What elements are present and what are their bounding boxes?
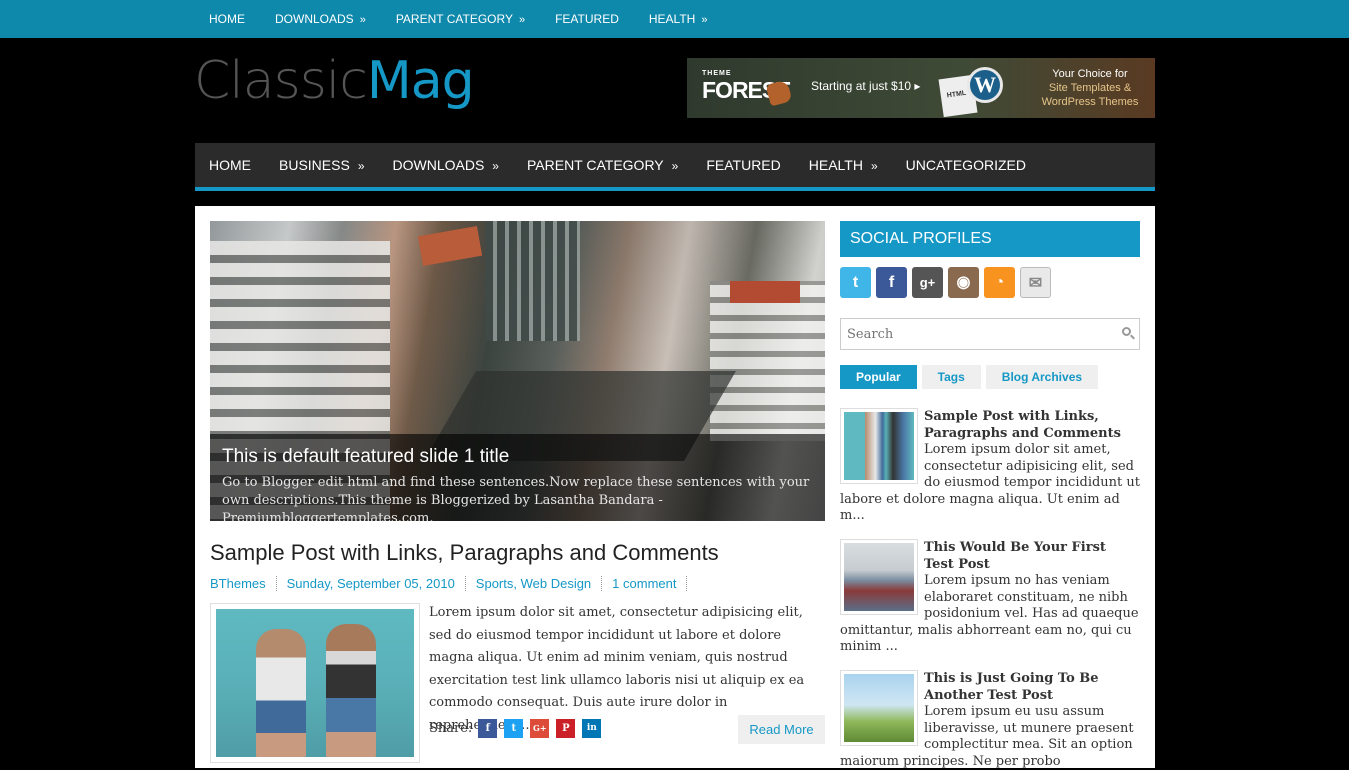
tab-blog-archives[interactable]: Blog Archives: [985, 365, 1099, 389]
pinterest-icon[interactable]: P: [556, 719, 576, 738]
ad-tagline: Starting at just $10 ▸: [811, 79, 921, 93]
main-menu-item-downloads[interactable]: DOWNLOADS»: [379, 143, 513, 187]
ad-brand-small: THEME: [702, 70, 732, 77]
facebook-icon[interactable]: f: [876, 267, 907, 298]
logo-part-mag: Mag: [366, 51, 475, 111]
search-input[interactable]: [841, 319, 1111, 349]
top-menu-item-health[interactable]: HEALTH»: [634, 0, 723, 38]
sidebar-tabs: Popular Tags Blog Archives: [840, 365, 1103, 389]
popular-post-item: This Would Be Your First Test Post Lorem…: [840, 539, 1140, 656]
twitter-icon[interactable]: t: [504, 719, 524, 738]
post-author-link[interactable]: BThemes: [210, 576, 277, 591]
top-menu-item-featured[interactable]: FEATURED: [540, 0, 634, 38]
google-plus-icon[interactable]: G+: [530, 719, 550, 738]
main-menu-item-home[interactable]: HOME: [195, 143, 265, 187]
search-box: [840, 318, 1140, 350]
submenu-arrow-icon: »: [671, 159, 679, 173]
share-label: Share:: [429, 721, 473, 736]
slide-image-roof: [417, 226, 483, 266]
featured-slider[interactable]: This is default featured slide 1 title G…: [210, 221, 825, 521]
slide-title[interactable]: This is default featured slide 1 title: [222, 444, 813, 470]
submenu-arrow-icon: »: [518, 14, 526, 26]
email-icon[interactable]: ✉: [1020, 267, 1051, 298]
popular-post-item: Sample Post with Links, Paragraphs and C…: [840, 408, 1140, 525]
popular-post-image: [844, 674, 914, 742]
popular-post-thumbnail[interactable]: [840, 670, 918, 746]
main-menu: HOME BUSINESS» DOWNLOADS» PARENT CATEGOR…: [195, 143, 1155, 187]
post-date-link[interactable]: Sunday, September 05, 2010: [287, 576, 466, 591]
read-more-button[interactable]: Read More: [738, 715, 825, 744]
wordpress-icon: W: [967, 67, 1003, 103]
tab-popular[interactable]: Popular: [840, 365, 917, 389]
twitter-icon[interactable]: t: [840, 267, 871, 298]
slide-caption: This is default featured slide 1 title G…: [210, 434, 825, 521]
top-navigation-bar: HOME DOWNLOADS» PARENT CATEGORY» FEATURE…: [0, 0, 1349, 38]
top-menu-item-parent-category[interactable]: PARENT CATEGORY»: [381, 0, 540, 38]
post-labels-link[interactable]: Sports, Web Design: [476, 576, 603, 591]
popular-post-item: This is Just Going To Be Another Test Po…: [840, 670, 1140, 770]
slide-image-building: [485, 221, 580, 341]
post-thumbnail-person: [256, 629, 306, 757]
main-menu-item-business[interactable]: BUSINESS»: [265, 143, 379, 187]
post-title[interactable]: Sample Post with Links, Paragraphs and C…: [210, 540, 719, 566]
popular-post-thumbnail[interactable]: [840, 408, 918, 484]
main-menu-item-uncategorized[interactable]: UNCATEGORIZED: [892, 143, 1040, 187]
slide-image-building: [710, 281, 825, 441]
post-thumbnail-image: [216, 609, 414, 757]
main-navigation: HOME BUSINESS» DOWNLOADS» PARENT CATEGOR…: [195, 143, 1155, 191]
submenu-arrow-icon: »: [870, 159, 878, 173]
tab-tags[interactable]: Tags: [921, 365, 981, 389]
submenu-arrow-icon: »: [492, 159, 499, 173]
popular-post-image: [844, 543, 914, 611]
themeforest-ad-banner[interactable]: THEME FOREST Starting at just $10 ▸ HTML…: [687, 58, 1155, 118]
submenu-arrow-icon: »: [357, 159, 365, 173]
social-profiles: t f g+ ◉ ◔ ✉: [840, 267, 1056, 298]
site-logo[interactable]: ClassicMag: [194, 50, 475, 112]
main-menu-item-parent-category[interactable]: PARENT CATEGORY»: [513, 143, 692, 187]
search-icon[interactable]: [1122, 327, 1131, 336]
slide-description: Go to Blogger edit html and find these s…: [222, 475, 810, 521]
social-profiles-title: SOCIAL PROFILES: [840, 221, 1140, 257]
google-plus-icon[interactable]: g+: [912, 267, 943, 298]
instagram-icon[interactable]: ◉: [948, 267, 979, 298]
content-area: This is default featured slide 1 title G…: [195, 206, 1155, 770]
submenu-arrow-icon: »: [359, 14, 366, 26]
top-menu: HOME DOWNLOADS» PARENT CATEGORY» FEATURE…: [195, 0, 722, 38]
post-meta: BThemes Sunday, September 05, 2010 Sport…: [210, 576, 697, 591]
main-menu-item-featured[interactable]: FEATURED: [692, 143, 794, 187]
share-bar: Share: f t G+ P in: [429, 719, 608, 738]
popular-post-image: [844, 412, 914, 480]
rss-icon[interactable]: ◔: [984, 267, 1015, 298]
popular-post-thumbnail[interactable]: [840, 539, 918, 615]
post-thumbnail-person: [326, 624, 376, 757]
main-menu-item-health[interactable]: HEALTH»: [795, 143, 892, 187]
ad-choice-text: Your Choice for Site Templates & WordPre…: [1041, 68, 1139, 108]
linkedin-icon[interactable]: in: [582, 719, 602, 738]
top-menu-item-home[interactable]: HOME: [195, 0, 260, 38]
top-menu-item-downloads[interactable]: DOWNLOADS»: [260, 0, 381, 38]
submenu-arrow-icon: »: [701, 14, 708, 26]
slide-image-roof: [730, 281, 800, 303]
post-thumbnail[interactable]: [210, 603, 420, 763]
facebook-icon[interactable]: f: [478, 719, 498, 738]
logo-part-classic: Classic: [194, 51, 368, 111]
post-comments-link[interactable]: 1 comment: [612, 576, 688, 591]
